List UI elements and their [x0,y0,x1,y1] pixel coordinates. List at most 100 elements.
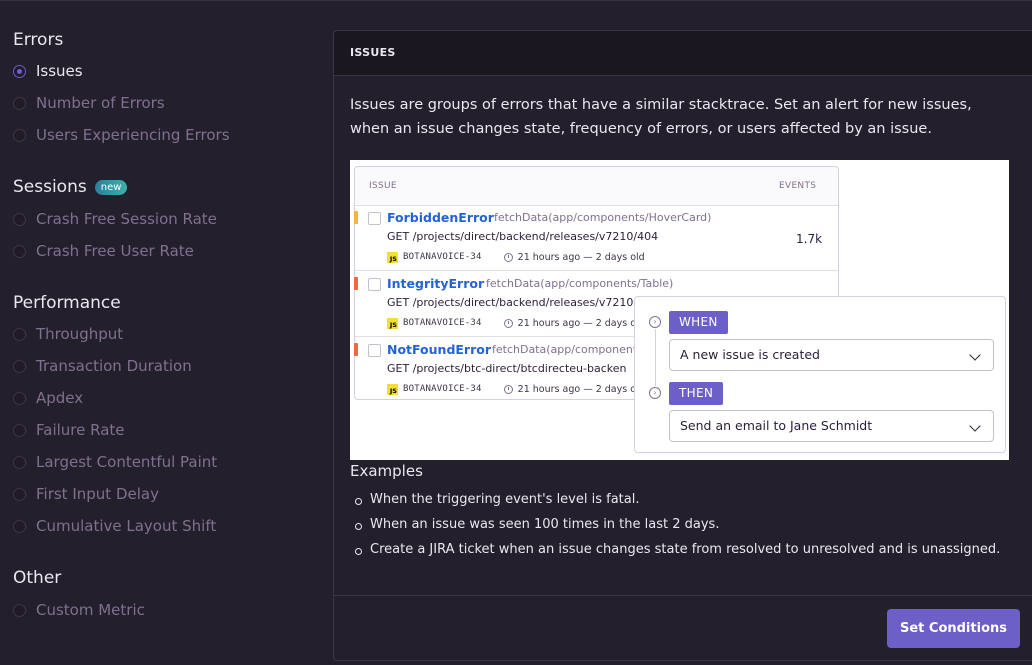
javascript-icon: JS [387,251,398,263]
issue-event-count: 1.7k [796,232,823,246]
issue-project-id: BOTANAVOICE-34 [403,252,482,262]
issue-time: 21 hours ago — 2 days ol [517,383,639,395]
radio-label: Users Experiencing Errors [36,126,230,144]
radio-first-input-delay[interactable]: First Input Delay [13,483,159,505]
section-title-sessions: Sessions new [13,177,128,197]
clock-icon [503,252,513,262]
issue-path: GET /projects/direct/backend/releases/v7… [387,296,634,309]
radio-label: Apdex [36,389,84,407]
radio-icon[interactable] [13,327,26,341]
radio-icon[interactable] [13,212,26,226]
issue-path: GET /projects/direct/backend/releases/v7… [387,230,659,243]
issue-title: IntegrityError [387,276,485,291]
then-action-value: Send an email to Jane Schmidt [680,418,873,433]
clock-icon [503,384,513,394]
radio-icon[interactable] [13,519,26,533]
radio-label: Crash Free User Rate [36,242,194,260]
radio-label: Custom Metric [36,601,145,619]
row-checkbox [368,344,381,357]
panel-description: Issues are groups of errors that have a … [350,97,972,137]
radio-crash-free-user-rate[interactable]: Crash Free User Rate [13,240,194,262]
radio-label: Throughput [36,325,124,343]
step-connector [655,329,656,386]
radio-icon[interactable] [13,359,26,373]
issue-meta: JS BOTANAVOICE-34 21 hours ago — 2 days … [387,382,639,396]
issues-illustration: ISSUE EVENTS ForbiddenError fetchData(ap… [350,160,1009,460]
row-checkbox [368,212,381,225]
radio-label: Transaction Duration [36,357,192,375]
radio-icon[interactable] [13,128,26,142]
radio-failure-rate[interactable]: Failure Rate [13,419,125,441]
then-action-select: Send an email to Jane Schmidt [669,410,994,442]
radio-cumulative-layout-shift[interactable]: Cumulative Layout Shift [13,515,216,537]
radio-label: Crash Free Session Rate [36,210,217,228]
events-column-header: EVENTS [779,181,817,191]
issue-table-header: ISSUE EVENTS [355,167,838,206]
section-title-performance: Performance [13,293,121,313]
issue-time: 21 hours ago — 2 days old [517,317,645,329]
radio-icon[interactable] [13,244,26,258]
row-checkbox [368,278,381,291]
table-row: ForbiddenError fetchData(app/components/… [354,205,838,271]
level-indicator [354,277,358,290]
radio-users-experiencing-errors[interactable]: Users Experiencing Errors [13,124,230,146]
radio-label: Cumulative Layout Shift [36,517,217,535]
radio-number-of-errors[interactable]: Number of Errors [13,92,165,114]
radio-label: Failure Rate [36,421,125,439]
javascript-icon: JS [387,383,398,395]
radio-apdex[interactable]: Apdex [13,387,83,409]
issue-title: ForbiddenError [387,210,494,225]
examples-list: When the triggering event's level is fat… [350,492,1000,567]
radio-icon[interactable] [13,455,26,469]
issues-info-panel: ISSUES Issues are groups of errors that … [333,30,1032,661]
radio-label: Number of Errors [36,94,165,112]
issue-column-header: ISSUE [369,181,397,191]
when-label: WHEN [669,311,728,334]
issue-location: fetchData(app/components/Table) [486,277,674,290]
issue-project-id: BOTANAVOICE-34 [403,384,482,394]
radio-custom-metric[interactable]: Custom Metric [13,599,145,621]
list-item: When the triggering event's level is fat… [350,492,1000,517]
radio-icon[interactable] [13,603,26,617]
issue-meta: JS BOTANAVOICE-34 21 hours ago — 2 days … [387,316,645,330]
javascript-icon: JS [387,317,398,329]
radio-icon[interactable] [13,487,26,501]
section-title-errors: Errors [13,30,64,50]
radio-selected-icon[interactable] [13,64,26,78]
radio-largest-contentful-paint[interactable]: Largest Contentful Paint [13,451,217,473]
examples-title: Examples [350,462,423,480]
issue-location: fetchData(app/components/HoverCard) [494,211,712,224]
panel-header: ISSUES [334,31,1032,76]
radio-icon[interactable] [13,96,26,110]
clock-icon [503,318,513,328]
sessions-title-text: Sessions [13,177,87,197]
set-conditions-button[interactable]: Set Conditions [887,609,1020,648]
issue-title: NotFoundError [387,342,492,357]
step-chevron-icon: › [649,316,661,328]
when-trigger-value: A new issue is created [680,347,820,362]
section-title-other: Other [13,568,62,588]
when-trigger-select: A new issue is created [669,339,994,371]
new-badge: new [94,180,128,195]
level-indicator [354,343,358,356]
issue-path: GET /projects/btc-direct/btcdirecteu-bac… [387,362,627,375]
radio-issues[interactable]: Issues [13,60,83,82]
footer-divider [334,595,1032,596]
issue-location: fetchData(app/component [492,343,638,356]
radio-throughput[interactable]: Throughput [13,323,123,345]
radio-icon[interactable] [13,391,26,405]
radio-crash-free-session-rate[interactable]: Crash Free Session Rate [13,208,217,230]
radio-transaction-duration[interactable]: Transaction Duration [13,355,192,377]
issue-project-id: BOTANAVOICE-34 [403,318,482,328]
alert-rule-card: › WHEN A new issue is created › THEN Sen… [634,296,1006,453]
radio-label: First Input Delay [36,485,159,503]
list-item: Create a JIRA ticket when an issue chang… [350,542,1000,567]
radio-label: Issues [36,62,83,80]
step-chevron-icon: › [649,387,661,399]
radio-label: Largest Contentful Paint [36,453,218,471]
chevron-down-icon [969,349,981,361]
then-label: THEN [669,382,724,405]
radio-icon[interactable] [13,423,26,437]
issue-meta: JS BOTANAVOICE-34 21 hours ago — 2 days … [387,250,645,264]
list-item: When an issue was seen 100 times in the … [350,517,1000,542]
